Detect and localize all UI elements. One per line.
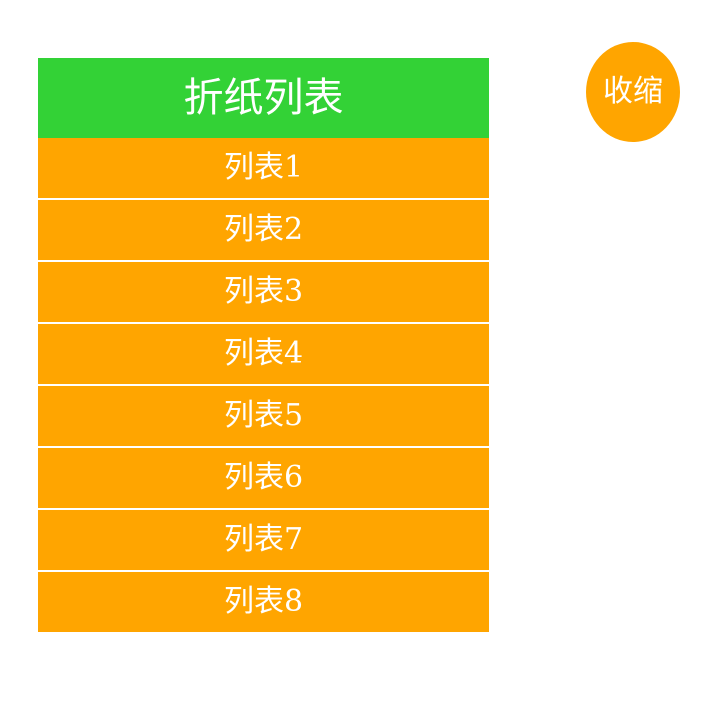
fold-list-items: 列表1 列表2 列表3 列表4 列表5 列表6 列表7 列表8 [38, 138, 489, 632]
list-item[interactable]: 列表4 [38, 324, 489, 384]
fold-list: 折纸列表 列表1 列表2 列表3 列表4 列表5 列表6 列表7 列表8 [38, 58, 489, 632]
list-item[interactable]: 列表5 [38, 386, 489, 446]
list-item[interactable]: 列表6 [38, 448, 489, 508]
list-item[interactable]: 列表7 [38, 510, 489, 570]
collapse-button[interactable]: 收缩 [586, 42, 680, 142]
fold-list-title: 折纸列表 [38, 58, 489, 138]
list-item[interactable]: 列表2 [38, 200, 489, 260]
list-item[interactable]: 列表3 [38, 262, 489, 322]
list-item[interactable]: 列表1 [38, 138, 489, 198]
list-item[interactable]: 列表8 [38, 572, 489, 632]
